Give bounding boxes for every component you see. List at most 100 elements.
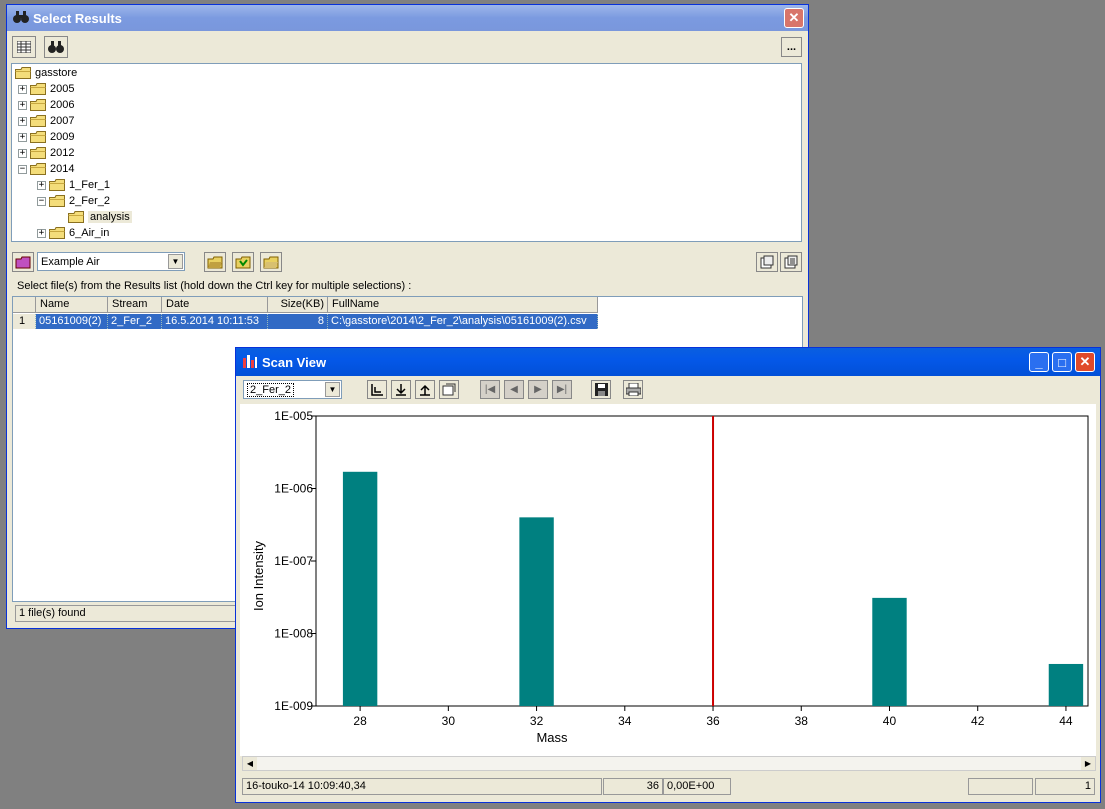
tree-node-2007[interactable]: +2007 [18, 113, 74, 129]
open-method-button[interactable] [12, 252, 34, 272]
axes-icon [371, 383, 383, 396]
folder-icon [30, 99, 46, 111]
tree-node-gasstore[interactable]: gasstore [15, 65, 77, 81]
scan-view-titlebar[interactable]: Scan View [236, 348, 1100, 376]
y-tick-label: 1E-007 [274, 554, 313, 568]
tree-node-6_air_in[interactable]: +6_Air_in [37, 225, 109, 241]
close-button[interactable]: ✕ [784, 8, 804, 28]
edit-scan-button[interactable] [439, 380, 459, 399]
scroll-left-arrow-icon[interactable]: ◀ [243, 757, 257, 770]
expand-icon[interactable]: + [37, 180, 46, 190]
expand-icon[interactable]: + [18, 100, 27, 110]
tree-node-label: 2009 [50, 131, 75, 143]
column-header-index[interactable] [13, 297, 36, 313]
bar-mass-40 [872, 597, 907, 706]
scroll-up-button[interactable] [415, 380, 435, 399]
tree-node-analysis[interactable]: analysis [56, 209, 132, 225]
folder-icon [49, 195, 65, 207]
binoculars-icon [13, 10, 29, 27]
expand-icon[interactable]: + [18, 148, 27, 158]
mass-status: 36 [603, 778, 663, 795]
floppy-disk-icon [594, 383, 608, 396]
tree-node-2012[interactable]: +2012 [18, 145, 74, 161]
last-scan-button[interactable]: ▶| [552, 380, 572, 399]
tree-node-1_fer_1[interactable]: +1_Fer_1 [37, 177, 110, 193]
bar-chart-icon [242, 354, 258, 371]
page-status: 1 [1035, 778, 1095, 795]
folder-up-icon [263, 256, 279, 268]
tree-node-2006[interactable]: +2006 [18, 97, 74, 113]
properties-button-2[interactable] [780, 252, 802, 272]
x-tick-label: 40 [883, 714, 897, 728]
first-scan-button[interactable]: |◀ [480, 380, 500, 399]
folder-open-button-3[interactable] [260, 252, 282, 272]
tree-node-2005[interactable]: +2005 [18, 81, 74, 97]
close-button[interactable]: ✕ [1075, 352, 1095, 372]
binoculars-icon [48, 41, 64, 53]
tree-node-2014[interactable]: − 2014 [18, 161, 74, 177]
tree-node-2_fer_2[interactable]: − 2_Fer_2 [37, 193, 110, 209]
folder-tree[interactable]: gasstore +2005 +2006 +2007 +2009 +2012−2014 +1… [11, 63, 802, 242]
arrow-up-icon [420, 384, 430, 396]
folder-icon [30, 147, 46, 159]
select-results-titlebar[interactable]: Select Results [7, 5, 808, 31]
document-edit-icon [442, 383, 456, 396]
horizontal-scrollbar[interactable]: ◀ ▶ [242, 756, 1096, 771]
x-axis-label: Mass [536, 730, 568, 745]
expand-icon[interactable]: + [18, 132, 27, 142]
row-date: 16.5.2014 10:11:53 [162, 314, 268, 329]
next-scan-button[interactable]: ▶ [528, 380, 548, 399]
document-list-icon [784, 255, 798, 269]
expand-icon[interactable]: + [18, 116, 27, 126]
folder-open-button-1[interactable] [204, 252, 226, 272]
instruction-label: Select file(s) from the Results list (ho… [17, 280, 412, 292]
find-button[interactable] [44, 36, 68, 58]
folder-icon [15, 67, 31, 79]
table-view-button[interactable] [12, 36, 36, 58]
empty-status [968, 778, 1033, 795]
scroll-down-button[interactable] [391, 380, 411, 399]
folder-icon [49, 179, 65, 191]
axis-button[interactable] [367, 380, 387, 399]
maximize-button[interactable]: □ [1052, 352, 1072, 372]
y-axis-label: Ion Intensity [251, 540, 266, 611]
minimize-button[interactable]: _ [1029, 352, 1049, 372]
column-header-name[interactable]: Name [36, 297, 108, 313]
previous-scan-button[interactable]: ◀ [504, 380, 524, 399]
column-header-fullname[interactable]: FullName [328, 297, 598, 313]
folder-open-button-2[interactable] [232, 252, 254, 272]
x-tick-label: 44 [1059, 714, 1073, 728]
arrow-down-icon [396, 383, 406, 396]
scan-time-status: 16-touko-14 10:09:40,34 [242, 778, 602, 795]
column-header-stream[interactable]: Stream [108, 297, 162, 313]
chevron-down-icon[interactable]: ▼ [325, 382, 340, 397]
stream-combo[interactable]: 2_Fer_2 ▼ [243, 380, 342, 399]
scan-chart[interactable]: 1E-005 1E-006 1E-007 1E-008 1E-009 28 30 32 34 36… [240, 404, 1096, 756]
properties-button-1[interactable] [756, 252, 778, 272]
folder-open-icon [15, 256, 31, 268]
expand-icon[interactable]: + [18, 84, 27, 94]
x-tick-label: 42 [971, 714, 985, 728]
tree-node-label: 2014 [50, 163, 75, 175]
method-combo[interactable]: Example Air ▼ [37, 252, 185, 271]
save-button[interactable] [591, 380, 611, 399]
print-button[interactable] [623, 380, 643, 399]
y-tick-label: 1E-008 [274, 627, 313, 641]
more-button[interactable]: ... [781, 37, 802, 57]
column-header-size[interactable]: Size(KB) [268, 297, 328, 313]
folder-open-icon [207, 256, 223, 268]
bar-mass-32 [519, 517, 554, 706]
expand-icon[interactable]: + [37, 228, 46, 238]
column-header-date[interactable]: Date [162, 297, 268, 313]
collapse-icon[interactable]: − [37, 196, 46, 206]
chevron-down-icon[interactable]: ▼ [168, 254, 183, 269]
plot-area [315, 415, 1089, 707]
collapse-icon[interactable]: − [18, 164, 27, 174]
folder-icon [68, 211, 84, 223]
row-stream: 2_Fer_2 [108, 314, 162, 329]
tree-node-2009[interactable]: +2009 [18, 129, 74, 145]
scroll-right-arrow-icon[interactable]: ▶ [1081, 757, 1095, 770]
previous-icon: ◀ [510, 384, 518, 395]
window-title: Select Results [33, 10, 122, 26]
tree-node-label: 6_Air_in [69, 227, 110, 239]
